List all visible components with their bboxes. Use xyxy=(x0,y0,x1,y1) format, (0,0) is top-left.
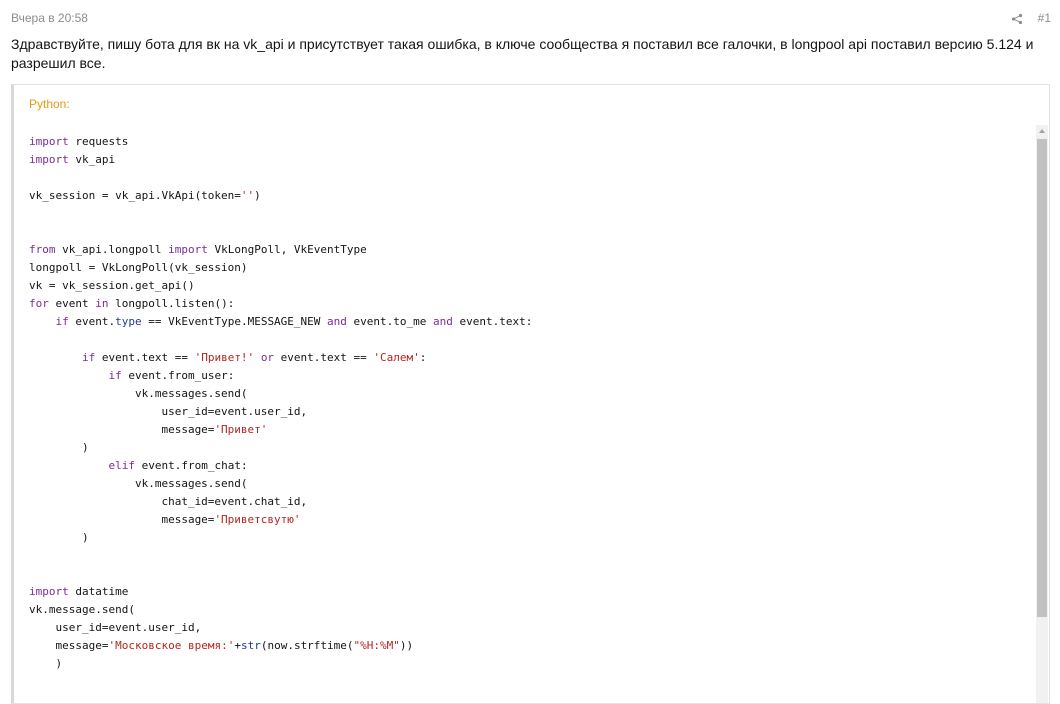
code-line: message='Московское время:'+str(now.strf… xyxy=(29,639,414,652)
code-content: import requests import vk_api ​ vk_session … xyxy=(29,133,532,673)
code-block: Python: import requests import vk_api ​ vk_… xyxy=(11,84,1050,704)
code-line: for event in longpoll.listen(): xyxy=(29,297,235,310)
post-timestamp[interactable]: Вчера в 20:58 xyxy=(11,10,88,26)
code-line: vk.messages.send( xyxy=(29,477,248,490)
code-line: ) xyxy=(29,531,89,544)
code-line: ​ xyxy=(29,169,532,187)
code-line: from vk_api.longpoll import VkLongPoll, … xyxy=(29,243,367,256)
code-line: if event.type == VkEventType.MESSAGE_NEW… xyxy=(55,315,533,328)
code-line: user_id=event.user_id, xyxy=(29,405,308,418)
code-line: vk = vk_session.get_api() xyxy=(29,279,195,292)
code-line: import vk_api xyxy=(29,153,116,166)
code-line: vk.messages.send( xyxy=(29,387,248,400)
code-line: ​ xyxy=(29,223,532,241)
post-number-link[interactable]: #1 xyxy=(1038,10,1051,26)
share-icon[interactable] xyxy=(1011,12,1023,25)
code-line: vk_session = vk_api.VkApi(token='') xyxy=(29,189,261,202)
code-line: chat_id=event.chat_id, xyxy=(29,495,308,508)
code-line: ​ xyxy=(29,565,532,583)
code-line: longpoll = VkLongPoll(vk_session) xyxy=(29,261,248,274)
code-line: import datatime xyxy=(29,585,129,598)
code-line: ​ xyxy=(29,205,532,223)
code-scroll-area[interactable]: import requests import vk_api ​ vk_session … xyxy=(14,125,1035,703)
scroll-up-arrow-icon[interactable] xyxy=(1036,125,1048,138)
code-line: if event.from_user: xyxy=(108,369,235,382)
scrollbar-thumb[interactable] xyxy=(1037,139,1047,617)
code-line: vk.message.send( xyxy=(29,603,135,616)
post-message: Здравствуйте, пишу бота для вк на vk_api… xyxy=(11,36,1034,71)
post-meta: Вчера в 20:58 #1 xyxy=(11,10,1051,26)
code-line: message='Приветсвутю' xyxy=(29,513,301,526)
code-line: ) xyxy=(29,657,63,670)
code-line: import requests xyxy=(29,135,129,148)
code-line: message='Привет' xyxy=(29,423,268,436)
code-line: ​ xyxy=(29,331,532,349)
code-line: if event.text == 'Привет!' or event.text… xyxy=(81,351,427,364)
code-language-label: Python: xyxy=(29,97,70,111)
code-line: elif event.from_chat: xyxy=(108,459,248,472)
code-line: ) xyxy=(29,441,89,454)
code-scrollbar[interactable] xyxy=(1036,125,1048,703)
code-line: user_id=event.user_id, xyxy=(29,621,202,634)
code-line: ​ xyxy=(29,547,532,565)
